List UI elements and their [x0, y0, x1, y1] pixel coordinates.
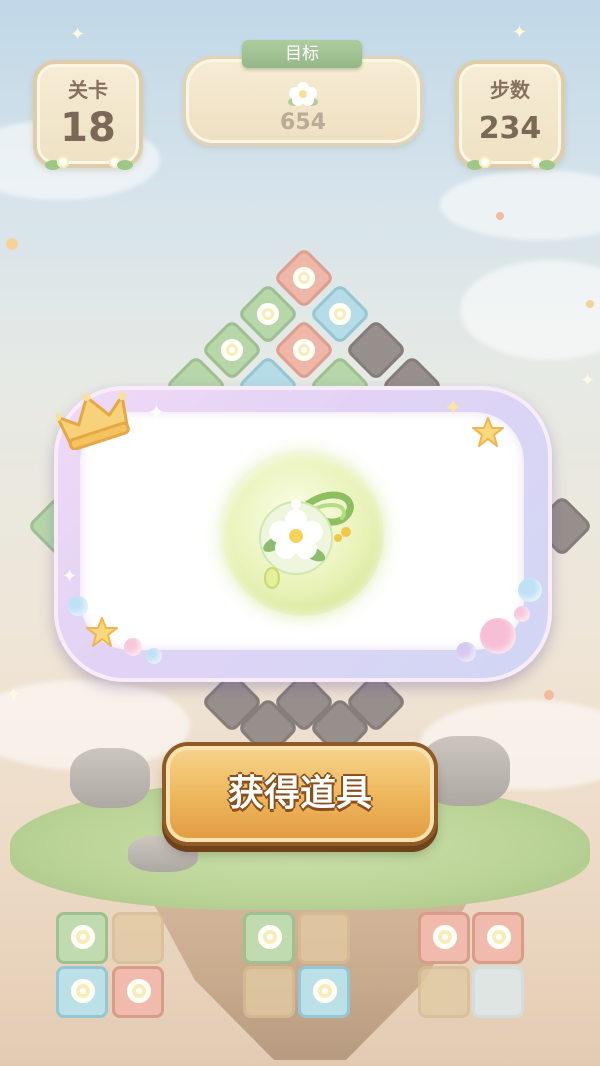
bubble-icon [68, 596, 88, 616]
flower-charm-icon [259, 491, 354, 589]
crown-icon [56, 392, 130, 450]
bubble-icon [518, 578, 542, 602]
bubble-icon [456, 642, 476, 662]
get-item-button[interactable]: 获得道具 [166, 746, 434, 842]
bubble-icon [514, 606, 530, 622]
bubble-icon [146, 648, 162, 664]
star-icon [86, 617, 118, 647]
bubble-icon [480, 618, 516, 654]
sparkle-icon: ✦ [62, 566, 78, 587]
bubble-icon [124, 638, 142, 656]
sparkle-icon: ✦ [148, 400, 165, 424]
star-icon [472, 417, 504, 447]
get-item-button-label: 获得道具 [227, 773, 372, 814]
sparkle-icon: ✦ [444, 396, 463, 421]
game-screen: ✦ ✦ ✦ ✦ 关卡 18 目标 654 步数 234 ✦ ✦ ✦ 获得道具 [0, 0, 600, 1066]
